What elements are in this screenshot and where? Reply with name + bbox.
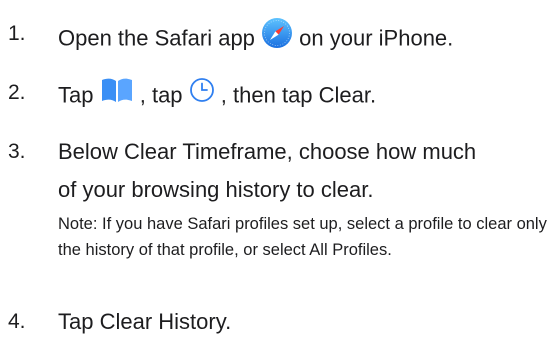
step-3-line-2: of your browsing history to clear.	[58, 177, 374, 202]
step-2-text-part2: , tap	[139, 82, 183, 108]
step-text: Tap Clear History.	[58, 309, 232, 334]
step-text: Tap , tap , then tap Clear.	[58, 76, 560, 114]
step-2-text-part3: , then tap Clear.	[220, 82, 377, 108]
step-text: Open the Safari app on your iPhone.	[58, 17, 560, 59]
bookmarks-book-icon	[100, 76, 134, 111]
step-1-text-before: Open the Safari app	[58, 25, 255, 51]
step-number: 4.	[8, 310, 26, 333]
step-2-text-part1: Tap	[58, 82, 94, 108]
step-number: 3.	[8, 140, 26, 163]
safari-compass-icon	[261, 17, 293, 56]
instruction-steps: 1. Open the Safari app on your iPhone. 2…	[0, 0, 560, 346]
step-3-note: Note: If you have Safari profiles set up…	[58, 215, 547, 259]
step-3-line-1: Below Clear Timeframe, choose how much	[58, 139, 477, 164]
step-1-text-after: on your iPhone.	[299, 25, 454, 51]
step-number: 1.	[8, 22, 26, 45]
clock-history-icon	[189, 77, 215, 110]
step-text: Below Clear Timeframe, choose how much o…	[58, 133, 560, 209]
step-number: 2.	[8, 81, 26, 104]
